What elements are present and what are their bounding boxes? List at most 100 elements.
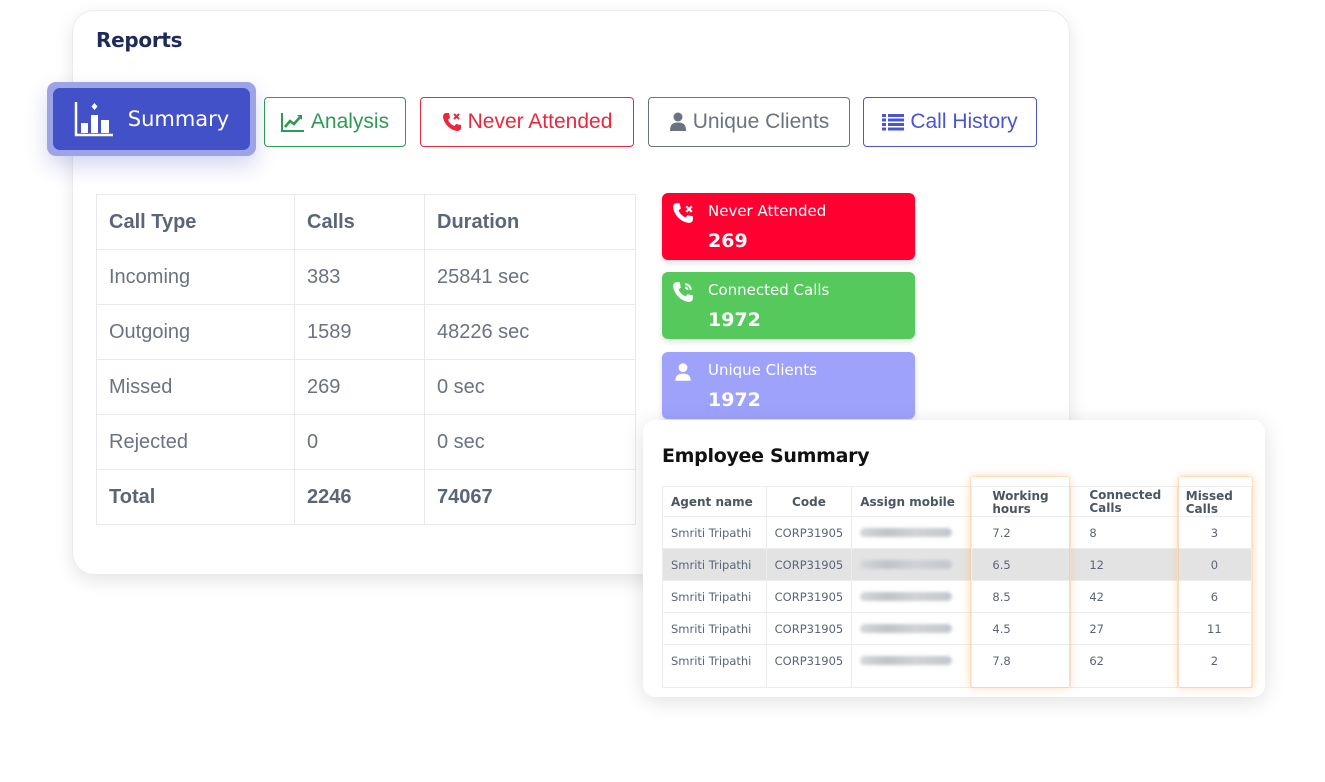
cell-mobile (851, 612, 973, 645)
blurred-mobile (860, 656, 953, 665)
tab-label: Never Attended (467, 110, 613, 133)
table-row: Outgoing 1589 48226 sec (96, 304, 636, 360)
cell-mobile (851, 644, 973, 688)
cell-duration: 48226 sec (424, 304, 636, 360)
cell-agent: Smriti Tripathi (662, 612, 767, 645)
cell-code: CORP31905 (765, 612, 853, 645)
header-duration: Duration (424, 194, 636, 250)
table-row: Smriti Tripathi CORP31905 8.5 42 6 (662, 580, 1253, 613)
phone-missed-icon (672, 202, 694, 228)
stat-label: Never Attended (708, 202, 827, 220)
header-code: Code (765, 486, 853, 517)
cell-call-type: Outgoing (96, 304, 295, 360)
cell-code: CORP31905 (765, 580, 853, 613)
cell-calls: 0 (294, 414, 425, 470)
user-icon (672, 361, 694, 387)
tab-label: Summary (127, 107, 230, 131)
list-icon (882, 113, 905, 131)
tab-unique-clients[interactable]: Unique Clients (648, 97, 850, 147)
cell-hours: 7.2 (971, 516, 1072, 549)
table-row: Smriti Tripathi CORP31905 4.5 27 11 (662, 612, 1253, 645)
stat-label: Unique Clients (708, 361, 817, 379)
cell-duration: 25841 sec (424, 249, 636, 305)
cell-mobile (851, 548, 973, 581)
cell-agent: Smriti Tripathi (662, 644, 767, 688)
table-row: Missed 269 0 sec (96, 359, 636, 415)
cell-call-type: Missed (96, 359, 295, 415)
tab-analysis[interactable]: Analysis (264, 97, 406, 147)
page-title: Reports (96, 28, 183, 52)
cell-code: CORP31905 (765, 644, 853, 688)
tab-label: Analysis (310, 110, 390, 133)
table-row: Incoming 383 25841 sec (96, 249, 636, 305)
blurred-mobile (860, 527, 953, 537)
tab-label: Call History (910, 110, 1018, 133)
cell-connected: 8 (1070, 516, 1178, 549)
call-type-table: Call Type Calls Duration Incoming 383 25… (96, 194, 636, 525)
cell-total-duration: 74067 (424, 469, 636, 525)
table-header-row: Call Type Calls Duration (96, 194, 636, 250)
line-chart-icon (280, 112, 305, 132)
employee-summary-card: Employee Summary Agent name Code Assign … (643, 420, 1265, 697)
header-agent-name: Agent name (662, 486, 767, 517)
cell-mobile (851, 516, 973, 549)
cell-missed: 0 (1176, 548, 1253, 581)
stat-value: 269 (708, 230, 748, 252)
cell-missed: 11 (1176, 612, 1253, 645)
blurred-mobile (860, 591, 953, 601)
header-missed-calls: Missed Calls (1176, 486, 1253, 517)
tab-call-history[interactable]: Call History (863, 97, 1037, 147)
blurred-mobile (860, 559, 953, 569)
phone-missed-icon (442, 112, 462, 132)
tab-never-attended[interactable]: Never Attended (420, 97, 634, 147)
cell-hours: 8.5 (971, 580, 1072, 613)
tab-summary[interactable]: Summary (47, 82, 256, 156)
cell-calls: 269 (294, 359, 425, 415)
cell-mobile (851, 580, 973, 613)
cell-agent: Smriti Tripathi (662, 516, 767, 549)
table-header-row: Agent name Code Assign mobile Working ho… (662, 486, 1253, 517)
header-calls: Calls (294, 194, 425, 250)
cell-missed: 6 (1176, 580, 1253, 613)
cell-code: CORP31905 (765, 516, 853, 549)
phone-ringing-icon (672, 281, 694, 307)
cell-calls: 1589 (294, 304, 425, 360)
cell-connected: 12 (1070, 548, 1178, 581)
stat-value: 1972 (708, 309, 761, 331)
table-row: Rejected 0 0 sec (96, 414, 636, 470)
cell-code: CORP31905 (765, 548, 853, 581)
header-connected-calls: Connected Calls (1070, 486, 1178, 517)
stat-value: 1972 (708, 389, 761, 411)
stat-unique-clients[interactable]: Unique Clients 1972 (662, 352, 915, 419)
cell-connected: 62 (1070, 644, 1178, 688)
stat-connected-calls[interactable]: Connected Calls 1972 (662, 272, 915, 339)
cell-hours: 4.5 (971, 612, 1072, 645)
cell-missed: 3 (1176, 516, 1253, 549)
employee-summary-table: Agent name Code Assign mobile Working ho… (662, 486, 1253, 688)
stat-label: Connected Calls (708, 281, 830, 299)
cell-agent: Smriti Tripathi (662, 548, 767, 581)
cell-hours: 7.8 (971, 644, 1072, 688)
cell-duration: 0 sec (424, 414, 636, 470)
cell-missed: 2 (1176, 644, 1253, 688)
header-working-hours: Working hours (971, 486, 1072, 517)
stat-never-attended[interactable]: Never Attended 269 (662, 193, 915, 260)
cell-agent: Smriti Tripathi (662, 580, 767, 613)
table-total-row: Total 2246 74067 (96, 469, 636, 525)
user-icon (669, 112, 687, 132)
cell-calls: 383 (294, 249, 425, 305)
cell-total-calls: 2246 (294, 469, 425, 525)
cell-connected: 42 (1070, 580, 1178, 613)
cell-call-type: Incoming (96, 249, 295, 305)
cell-duration: 0 sec (424, 359, 636, 415)
header-assign-mobile: Assign mobile (851, 486, 973, 517)
table-row: Smriti Tripathi CORP31905 6.5 12 0 (662, 548, 1253, 581)
tab-label: Unique Clients (692, 110, 830, 133)
table-row: Smriti Tripathi CORP31905 7.2 8 3 (662, 516, 1253, 549)
blurred-mobile (860, 623, 953, 633)
cell-hours: 6.5 (971, 548, 1072, 581)
bar-chart-icon (74, 100, 114, 138)
table-row: Smriti Tripathi CORP31905 7.8 62 2 (662, 644, 1253, 688)
cell-connected: 27 (1070, 612, 1178, 645)
cell-call-type: Rejected (96, 414, 295, 470)
